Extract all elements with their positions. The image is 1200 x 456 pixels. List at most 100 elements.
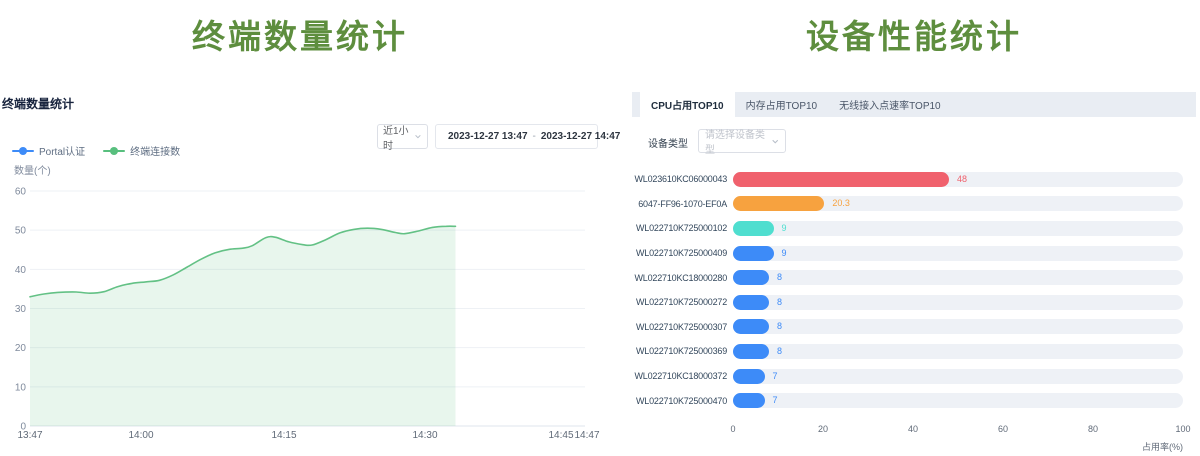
y-tick-label: 60	[15, 187, 27, 198]
device-name-label: WL022710K725000369	[632, 346, 727, 356]
bar-track: 20.3	[733, 196, 1183, 211]
bar-track: 9	[733, 221, 1183, 236]
legend-item-label: 终端连接数	[130, 143, 180, 158]
date-range-separator: -	[533, 131, 536, 142]
right-page-title: 设备性能统计	[632, 10, 1196, 58]
bar-value-bar	[733, 172, 949, 187]
legend-marker-icon	[12, 147, 34, 155]
bar-value-label: 48	[957, 174, 967, 185]
bar-row: WL022710K725000369 8	[632, 339, 1196, 364]
bar-row: WL023610KC06000043 48	[632, 167, 1196, 192]
y-tick-label: 50	[15, 226, 27, 237]
date-range-end: 2023-12-27 14:47	[541, 131, 621, 142]
series-area-fill	[30, 226, 456, 426]
bar-value-bar	[733, 295, 769, 310]
bar-chart-x-axis: 020406080100	[733, 424, 1183, 436]
tab-无线接入点速率TOP10[interactable]: 无线接入点速率TOP10	[828, 92, 952, 117]
tab-CPU占用TOP10[interactable]: CPU占用TOP10	[640, 92, 735, 117]
x-tick-label: 40	[908, 424, 918, 434]
time-range-value: 近1小时	[383, 122, 414, 152]
chevron-down-icon	[414, 132, 422, 141]
x-tick-label: 14:30	[412, 430, 437, 441]
legend-marker-icon	[103, 147, 125, 155]
bar-value-label: 8	[777, 346, 782, 357]
y-tick-label: 20	[15, 343, 27, 354]
device-type-placeholder: 请选择设备类型	[705, 126, 771, 156]
device-name-label: 6047-FF96-1070-EF0A	[632, 199, 727, 209]
line-chart-legend: Portal认证 终端连接数	[12, 143, 180, 158]
x-tick-label: 14:00	[128, 430, 153, 441]
bar-row: WL022710KC18000372 7	[632, 364, 1196, 389]
bar-track: 7	[733, 393, 1183, 408]
x-tick-label: 0	[730, 424, 735, 434]
bar-row: 6047-FF96-1070-EF0A 20.3	[632, 192, 1196, 217]
device-performance-panel: 设备性能统计 CPU占用TOP10内存占用TOP10无线接入点速率TOP10 设…	[632, 0, 1196, 456]
legend-item-0[interactable]: Portal认证	[12, 143, 85, 158]
bar-row: WL022710K725000409 9	[632, 241, 1196, 266]
x-tick-label: 100	[1175, 424, 1190, 434]
bar-track: 48	[733, 172, 1183, 187]
bar-value-bar	[733, 393, 765, 408]
bar-track: 7	[733, 369, 1183, 384]
bar-track: 8	[733, 319, 1183, 334]
bar-row: WL022710KC18000280 8	[632, 265, 1196, 290]
device-type-select[interactable]: 请选择设备类型	[698, 129, 786, 153]
bar-row: WL022710K725000102 9	[632, 216, 1196, 241]
bar-value-label: 20.3	[832, 198, 850, 209]
bar-value-label: 8	[777, 321, 782, 332]
y-tick-label: 30	[15, 304, 27, 315]
device-type-label: 设备类型	[648, 135, 688, 150]
bar-value-bar	[733, 196, 824, 211]
bar-value-bar	[733, 369, 765, 384]
bar-value-label: 7	[773, 371, 778, 382]
bar-row: WL022710K725000307 8	[632, 315, 1196, 340]
y-tick-label: 40	[15, 265, 27, 276]
x-tick-label: 20	[818, 424, 828, 434]
device-name-label: WL022710K725000470	[632, 396, 727, 406]
device-name-label: WL022710KC18000280	[632, 273, 727, 283]
device-name-label: WL022710K725000307	[632, 322, 727, 332]
y-axis-label: 数量(个)	[14, 164, 51, 177]
x-tick-label: 13:47	[17, 430, 42, 441]
bar-row: WL022710K725000272 8	[632, 290, 1196, 315]
bar-track: 9	[733, 246, 1183, 261]
bar-chart-x-axis-label: 占用率(%)	[1142, 440, 1183, 453]
bar-row: WL022710K725000470 7	[632, 388, 1196, 413]
bar-value-label: 9	[782, 223, 787, 234]
chart-card-title: 终端数量统计	[2, 95, 74, 112]
bar-value-label: 9	[782, 248, 787, 259]
bar-track: 8	[733, 270, 1183, 285]
x-tick-label: 80	[1088, 424, 1098, 434]
date-range-picker[interactable]: 2023-12-27 13:47 - 2023-12-27 14:47	[435, 124, 598, 149]
cpu-top10-bar-chart: WL023610KC06000043 48 6047-FF96-1070-EF0…	[632, 167, 1196, 413]
bar-value-label: 8	[777, 272, 782, 283]
performance-tabbar: CPU占用TOP10内存占用TOP10无线接入点速率TOP10	[632, 92, 1196, 117]
device-name-label: WL022710K725000409	[632, 248, 727, 258]
bar-value-bar	[733, 270, 769, 285]
terminal-line-chart: 数量(个)010203040506013:4714:0014:1514:3014…	[0, 160, 600, 456]
bar-track: 8	[733, 344, 1183, 359]
bar-value-bar	[733, 344, 769, 359]
bar-value-label: 8	[777, 297, 782, 308]
date-range-start: 2023-12-27 13:47	[448, 131, 528, 142]
left-page-title: 终端数量统计	[0, 10, 600, 58]
legend-item-1[interactable]: 终端连接数	[103, 143, 180, 158]
device-name-label: WL022710KC18000372	[632, 371, 727, 381]
bar-value-bar	[733, 319, 769, 334]
y-tick-label: 10	[15, 382, 27, 393]
bar-track: 8	[733, 295, 1183, 310]
tab-内存占用TOP10[interactable]: 内存占用TOP10	[735, 92, 829, 117]
x-tick-label: 14:45	[548, 430, 573, 441]
x-tick-label: 60	[998, 424, 1008, 434]
bar-value-bar	[733, 246, 774, 261]
bar-value-label: 7	[773, 395, 778, 406]
x-tick-label: 14:15	[271, 430, 296, 441]
terminal-stats-panel: 终端数量统计 终端数量统计 近1小时 2023-12-27 13:47 - 20…	[0, 0, 600, 456]
x-tick-label: 14:47	[574, 430, 599, 441]
chevron-down-icon	[771, 137, 779, 146]
bar-value-bar	[733, 221, 774, 236]
legend-item-label: Portal认证	[39, 143, 85, 158]
device-name-label: WL022710K725000272	[632, 297, 727, 307]
device-name-label: WL022710K725000102	[632, 223, 727, 233]
time-range-select[interactable]: 近1小时	[377, 124, 428, 149]
